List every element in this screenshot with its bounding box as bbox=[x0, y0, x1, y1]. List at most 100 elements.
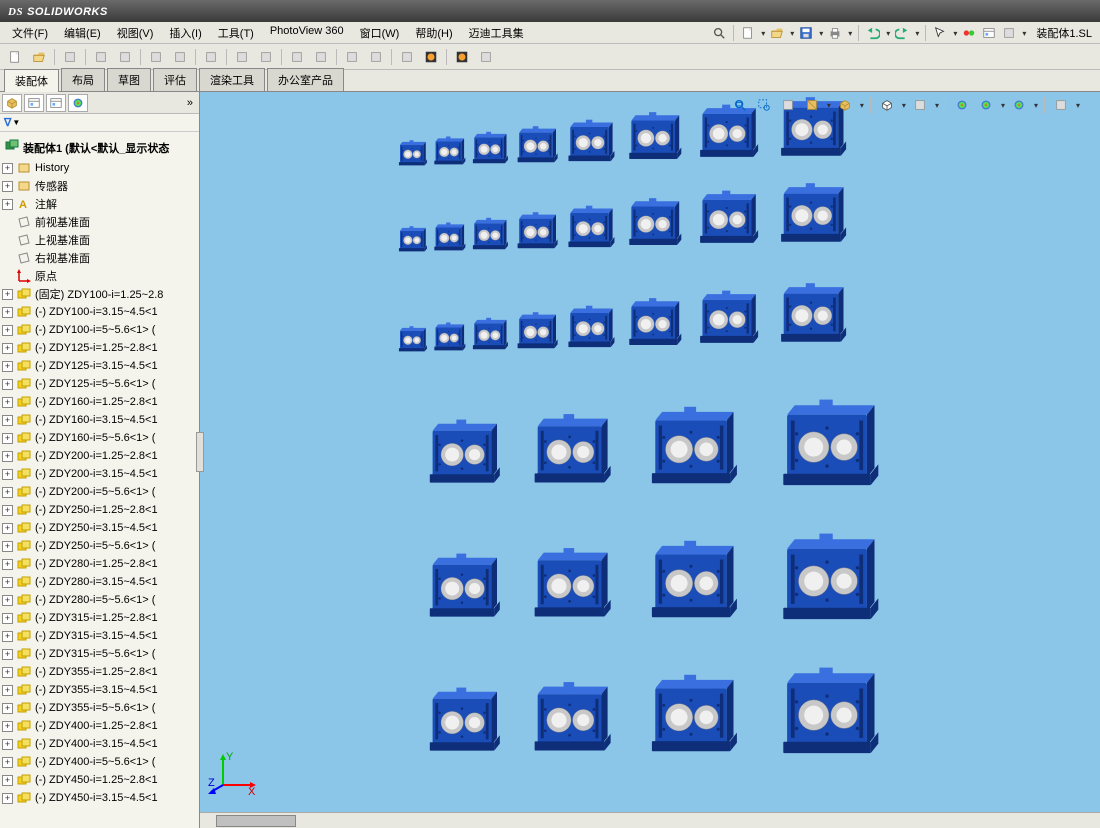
config-icon[interactable] bbox=[46, 94, 66, 112]
gearbox-model[interactable] bbox=[562, 116, 617, 170]
expand-icon[interactable]: + bbox=[2, 469, 13, 480]
apply-scene-icon[interactable] bbox=[1009, 96, 1029, 114]
component-node[interactable]: +(-) ZDY125-i=1.25~2.8<1 bbox=[0, 339, 199, 357]
menu-3[interactable]: 插入(I) bbox=[161, 23, 209, 43]
gearbox-model[interactable] bbox=[622, 294, 684, 354]
expand-icon[interactable]: + bbox=[2, 631, 13, 642]
display-style-icon-dropdown[interactable] bbox=[901, 99, 906, 111]
gearbox-model[interactable] bbox=[468, 215, 510, 257]
command-tab-2[interactable]: 草图 bbox=[107, 68, 151, 91]
component-node[interactable]: +(-) ZDY315-i=5~5.6<1> ( bbox=[0, 645, 199, 663]
menu-5[interactable]: PhotoView 360 bbox=[262, 23, 352, 43]
component-node[interactable]: +(-) ZDY250-i=1.25~2.8<1 bbox=[0, 501, 199, 519]
hide-show-icon[interactable] bbox=[910, 96, 930, 114]
gearbox-model[interactable] bbox=[420, 548, 504, 628]
gearbox-model[interactable] bbox=[420, 682, 504, 762]
gearbox-model[interactable] bbox=[770, 392, 884, 500]
tree-icon[interactable] bbox=[231, 46, 253, 68]
command-tab-0[interactable]: 装配体 bbox=[4, 69, 59, 92]
expand-icon[interactable]: + bbox=[2, 685, 13, 696]
expand-icon[interactable]: + bbox=[2, 649, 13, 660]
open2-icon[interactable] bbox=[28, 46, 50, 68]
component-node[interactable]: +(-) ZDY450-i=3.15~4.5<1 bbox=[0, 789, 199, 807]
gearbox-model[interactable] bbox=[512, 123, 560, 170]
component-node[interactable]: +(-) ZDY200-i=1.25~2.8<1 bbox=[0, 447, 199, 465]
expand-icon[interactable]: + bbox=[2, 361, 13, 372]
doc-icon[interactable] bbox=[475, 46, 497, 68]
expand-icon[interactable]: + bbox=[2, 325, 13, 336]
new-doc-icon-dropdown[interactable] bbox=[760, 27, 765, 39]
menu-2[interactable]: 视图(V) bbox=[109, 23, 162, 43]
wand-icon[interactable] bbox=[286, 46, 308, 68]
undo-icon[interactable] bbox=[865, 25, 881, 41]
redo-icon-dropdown[interactable] bbox=[914, 27, 919, 39]
undo-icon-dropdown[interactable] bbox=[885, 27, 890, 39]
graphics-viewport[interactable]: Y X Z bbox=[200, 92, 1100, 828]
gearbox-model[interactable] bbox=[395, 324, 429, 358]
gearbox-model[interactable] bbox=[430, 134, 467, 171]
menu-7[interactable]: 帮助(H) bbox=[407, 23, 460, 43]
component-node[interactable]: +(-) ZDY400-i=1.25~2.8<1 bbox=[0, 717, 199, 735]
select-icon-dropdown[interactable] bbox=[952, 27, 957, 39]
component-node[interactable]: +(-) ZDY280-i=1.25~2.8<1 bbox=[0, 555, 199, 573]
expand-icon[interactable]: + bbox=[2, 793, 13, 804]
expand-icon[interactable]: + bbox=[2, 739, 13, 750]
gearbox-model[interactable] bbox=[770, 526, 884, 634]
expand-icon[interactable]: + bbox=[2, 487, 13, 498]
expand-icon[interactable]: + bbox=[2, 577, 13, 588]
command-tab-3[interactable]: 评估 bbox=[153, 68, 197, 91]
component-node[interactable]: +(-) ZDY160-i=5~5.6<1> ( bbox=[0, 429, 199, 447]
display-mgr-icon[interactable] bbox=[68, 94, 88, 112]
gearbox-model[interactable] bbox=[395, 138, 429, 172]
component-node[interactable]: +(-) ZDY400-i=5~5.6<1> ( bbox=[0, 753, 199, 771]
search-icon[interactable] bbox=[711, 25, 727, 41]
open-icon[interactable] bbox=[769, 25, 785, 41]
save-icon-dropdown[interactable] bbox=[818, 27, 823, 39]
open-icon-dropdown[interactable] bbox=[789, 27, 794, 39]
folder-out-icon[interactable] bbox=[169, 46, 191, 68]
new-doc-icon[interactable] bbox=[740, 25, 756, 41]
tree-node-plane-icon[interactable]: 右视基准面 bbox=[0, 249, 199, 267]
expand-icon[interactable]: + bbox=[2, 433, 13, 444]
options-icon[interactable] bbox=[981, 25, 997, 41]
feature-tree[interactable]: 装配体1 (默认<默认_显示状态+History+传感器+A注解前视基准面上视基… bbox=[0, 132, 199, 828]
render2-icon[interactable] bbox=[451, 46, 473, 68]
property-icon[interactable] bbox=[24, 94, 44, 112]
tree-node-origin-icon[interactable]: 原点 bbox=[0, 267, 199, 285]
play-start-icon[interactable] bbox=[90, 46, 112, 68]
expand-icon[interactable]: + bbox=[2, 541, 13, 552]
component-node[interactable]: +(-) ZDY315-i=1.25~2.8<1 bbox=[0, 609, 199, 627]
component-node[interactable]: +(-) ZDY160-i=3.15~4.5<1 bbox=[0, 411, 199, 429]
menu-6[interactable]: 窗口(W) bbox=[352, 23, 408, 43]
expand-icon[interactable]: + bbox=[2, 559, 13, 570]
appearance-icon[interactable] bbox=[976, 96, 996, 114]
palette-icon[interactable] bbox=[310, 46, 332, 68]
select-icon[interactable] bbox=[932, 25, 948, 41]
view-orient-icon-dropdown[interactable] bbox=[859, 99, 864, 111]
expand-icon[interactable]: + bbox=[2, 415, 13, 426]
component-node[interactable]: +(-) ZDY280-i=3.15~4.5<1 bbox=[0, 573, 199, 591]
gearbox-model[interactable] bbox=[692, 186, 762, 253]
expand-icon[interactable]: + bbox=[2, 307, 13, 318]
gearbox-model[interactable] bbox=[512, 209, 560, 256]
measure-icon[interactable] bbox=[365, 46, 387, 68]
new-icon[interactable] bbox=[4, 46, 26, 68]
print-icon[interactable] bbox=[827, 25, 843, 41]
update-icon[interactable] bbox=[200, 46, 222, 68]
expand-icon[interactable]: + bbox=[2, 703, 13, 714]
view-settings-icon[interactable] bbox=[1051, 96, 1071, 114]
expand-icon[interactable]: + bbox=[2, 451, 13, 462]
tree-node-history-icon[interactable]: +History bbox=[0, 159, 199, 177]
play-end-icon[interactable] bbox=[114, 46, 136, 68]
block-icon[interactable] bbox=[341, 46, 363, 68]
appearance-icon-dropdown[interactable] bbox=[1000, 99, 1005, 111]
gearbox-model[interactable] bbox=[640, 668, 742, 765]
tree-node-annotation-icon[interactable]: +A注解 bbox=[0, 195, 199, 213]
component-node[interactable]: +(-) ZDY355-i=1.25~2.8<1 bbox=[0, 663, 199, 681]
feature-tree-icon[interactable] bbox=[2, 94, 22, 112]
section-icon-dropdown[interactable] bbox=[826, 99, 831, 111]
zoom-area-icon[interactable] bbox=[754, 96, 774, 114]
view-orient-icon[interactable] bbox=[835, 96, 855, 114]
expand-icon[interactable]: + bbox=[2, 163, 13, 174]
component-node[interactable]: +(-) ZDY450-i=1.25~2.8<1 bbox=[0, 771, 199, 789]
